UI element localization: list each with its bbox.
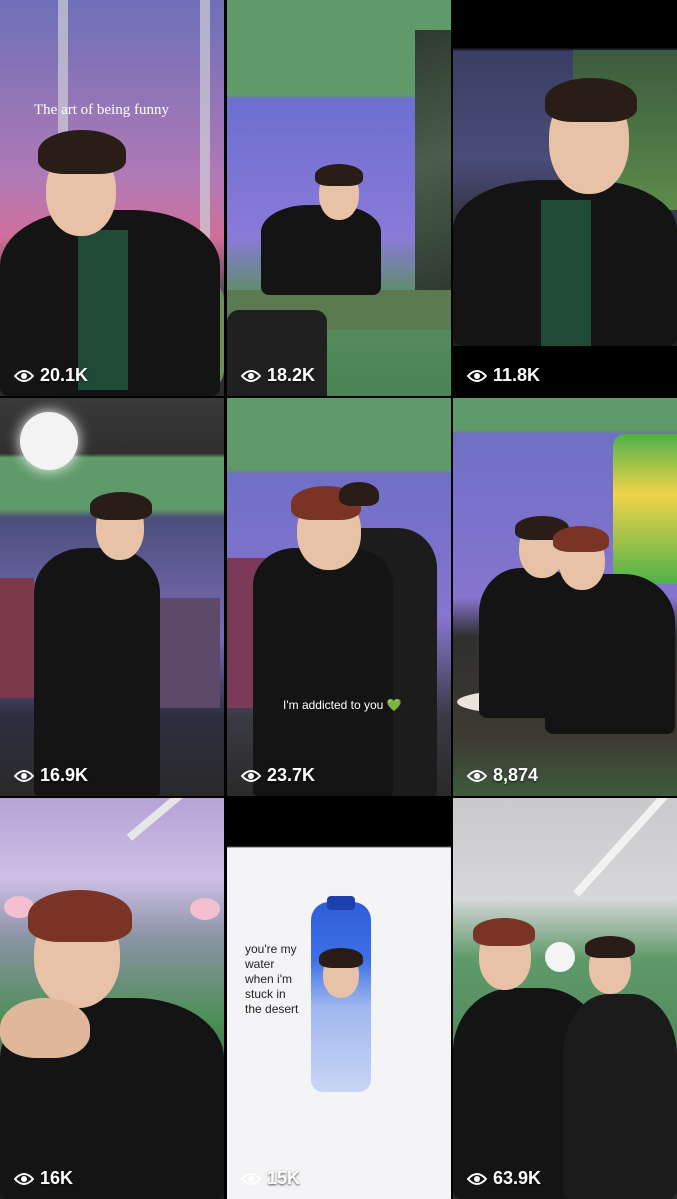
window-frame [200, 0, 210, 260]
eye-icon [14, 769, 34, 782]
video-thumbnail-3[interactable]: 11.8K [453, 0, 677, 396]
video-thumbnail-5[interactable]: I'm addicted to you 💚 23.7K [227, 398, 451, 796]
person-hair [339, 482, 379, 506]
video-overlay-text: The art of being funny [34, 102, 169, 118]
person-hair [545, 78, 637, 122]
video-overlay-text: I'm addicted to you 💚 [283, 698, 402, 712]
person-jacket [545, 574, 675, 734]
view-count: 20.1K [14, 365, 88, 386]
city-buildings [0, 578, 34, 698]
person-hair [90, 492, 152, 520]
sponsor-sign [613, 434, 677, 584]
eye-icon [14, 1172, 34, 1185]
video-thumbnail-9[interactable]: 63.9K [453, 798, 677, 1199]
person-hair [28, 890, 132, 942]
person-hair [585, 936, 635, 958]
city-buildings [160, 598, 220, 708]
view-count-label: 18.2K [267, 365, 316, 385]
view-count-label: 20.1K [40, 365, 89, 385]
view-count-label: 11.8K [493, 365, 541, 385]
view-count: 8,874 [467, 765, 538, 786]
studio-light [20, 412, 78, 470]
person-shirt [541, 200, 591, 346]
person-hair [38, 130, 126, 174]
video-thumbnail-8[interactable]: you're my water when i'm stuck in the de… [227, 798, 451, 1199]
heart-hands [0, 998, 90, 1058]
person-jacket [34, 548, 160, 796]
video-overlay-text: you're my water when i'm stuck in the de… [245, 942, 299, 1016]
studio-light [545, 942, 575, 972]
view-count-label: 15K [267, 1168, 301, 1188]
person-jacket [563, 994, 677, 1199]
eye-icon [467, 1172, 487, 1185]
view-count: 11.8K [467, 365, 540, 386]
video-grid: The art of being funny 20.1K 18.2K 11.8K [0, 0, 677, 1199]
person-jacket [253, 548, 393, 796]
eye-icon [467, 769, 487, 782]
person-hair [319, 948, 363, 968]
view-count-label: 16K [40, 1168, 74, 1188]
video-thumbnail-7[interactable]: 16K [0, 798, 224, 1199]
person-hair [315, 164, 363, 186]
bottle-cap [327, 896, 355, 910]
view-count-label: 8,874 [493, 765, 539, 785]
eye-icon [241, 369, 261, 382]
video-thumbnail-4[interactable]: 16.9K [0, 398, 224, 796]
view-count: 18.2K [241, 365, 315, 386]
video-thumbnail-1[interactable]: The art of being funny 20.1K [0, 0, 224, 396]
view-count-label: 63.9K [493, 1168, 542, 1188]
view-count: 16.9K [14, 765, 88, 786]
video-thumbnail-2[interactable]: 18.2K [227, 0, 451, 396]
eye-icon [14, 369, 34, 382]
view-count-label: 16.9K [40, 765, 89, 785]
view-count: 63.9K [467, 1168, 541, 1189]
person-hair [473, 918, 535, 946]
view-count-label: 23.7K [267, 765, 316, 785]
person-hair [553, 526, 609, 552]
person-jacket [261, 205, 381, 295]
view-count: 23.7K [241, 765, 315, 786]
eye-icon [241, 769, 261, 782]
marble-panel [415, 30, 451, 290]
view-count: 15K [241, 1168, 300, 1189]
ribbon-bow [190, 898, 220, 920]
eye-icon [241, 1172, 261, 1185]
eye-icon [467, 369, 487, 382]
video-thumbnail-6[interactable]: 8,874 [453, 398, 677, 796]
view-count: 16K [14, 1168, 73, 1189]
